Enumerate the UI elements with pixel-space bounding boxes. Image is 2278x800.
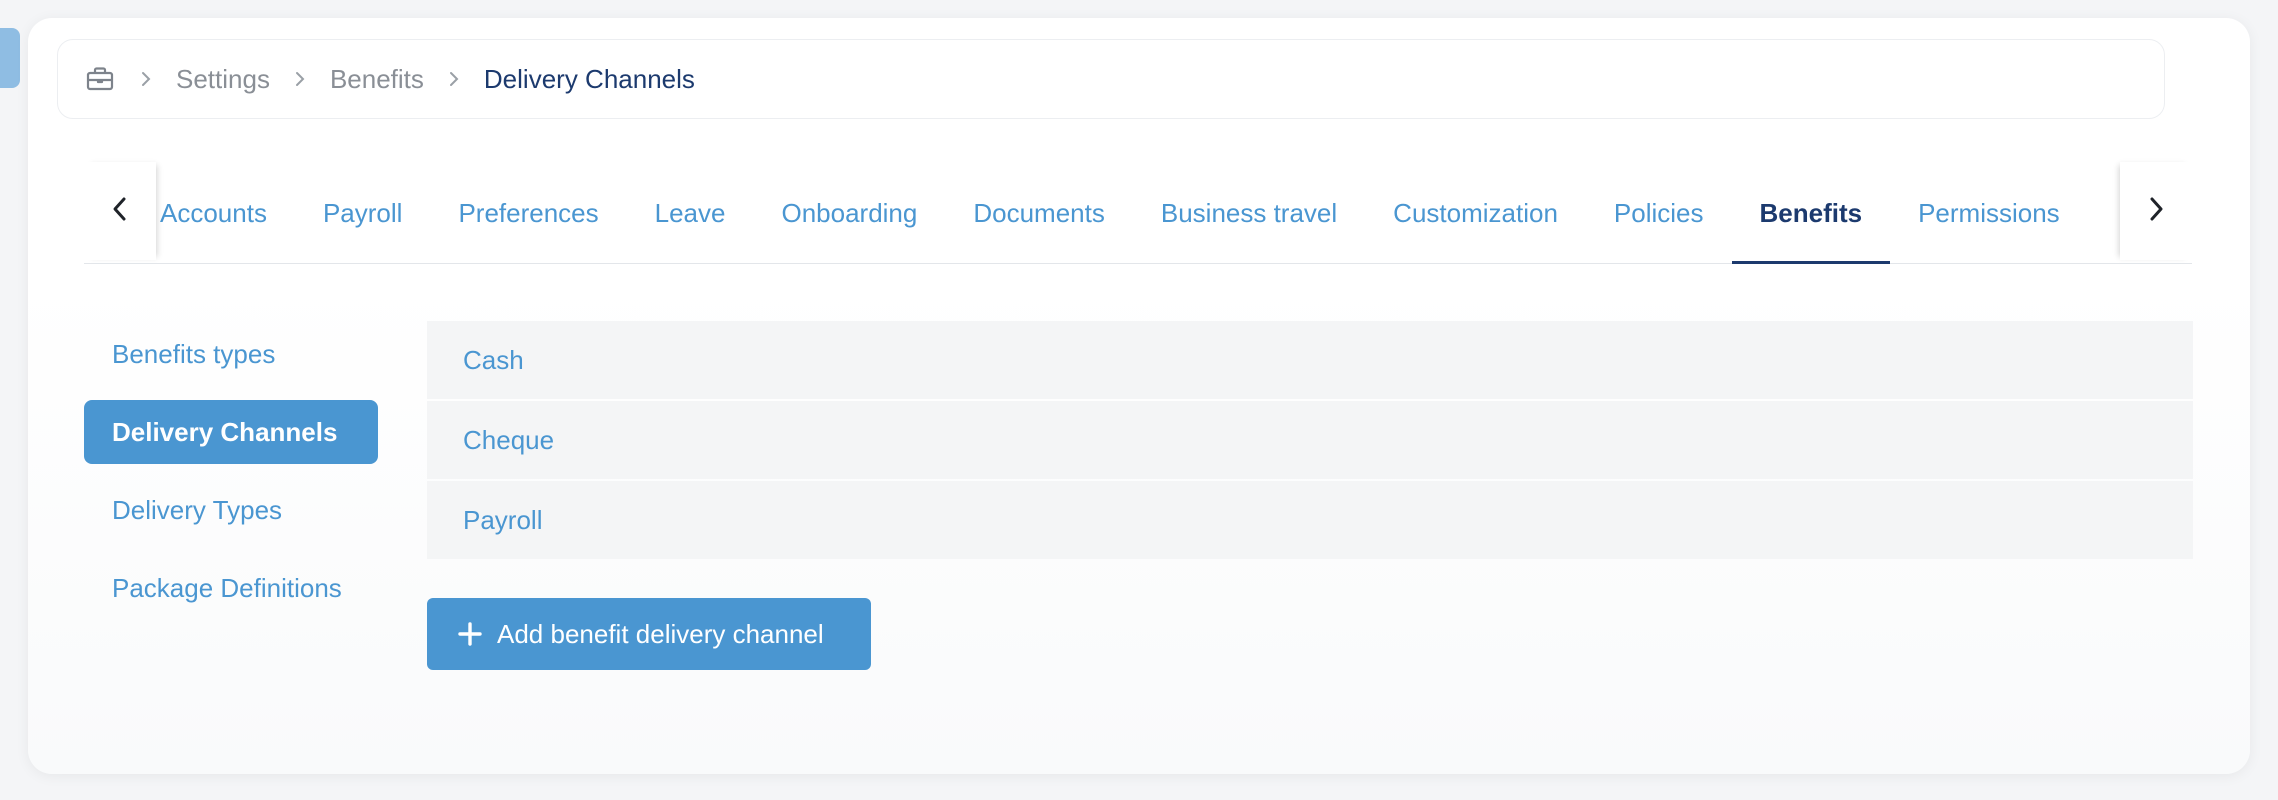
tab-permissions[interactable]: Permissions <box>1890 162 2088 264</box>
settings-tabs: Accounts Payroll Preferences Leave Onboa… <box>84 162 2192 264</box>
sidenav-item-delivery-types[interactable]: Delivery Types <box>84 478 378 542</box>
tab-strip: Accounts Payroll Preferences Leave Onboa… <box>154 162 2120 264</box>
tab-policies[interactable]: Policies <box>1586 162 1732 264</box>
sidenav-item-benefits-types[interactable]: Benefits types <box>84 322 378 386</box>
breadcrumb-current: Delivery Channels <box>483 63 695 94</box>
list-item[interactable]: Payroll <box>427 481 2193 559</box>
chevron-left-icon <box>111 194 129 229</box>
plus-icon <box>457 621 483 647</box>
add-delivery-channel-button[interactable]: Add benefit delivery channel <box>427 598 871 670</box>
list-item[interactable]: Cheque <box>427 401 2193 479</box>
add-button-label: Add benefit delivery channel <box>497 618 824 649</box>
tab-customization[interactable]: Customization <box>1365 162 1586 264</box>
chevron-right-icon <box>2147 194 2165 229</box>
sidenav-item-package-definitions[interactable]: Package Definitions <box>84 556 378 620</box>
sidenav-item-delivery-channels[interactable]: Delivery Channels <box>84 400 378 464</box>
tab-business-travel[interactable]: Business travel <box>1133 162 1365 264</box>
tab-benefits[interactable]: Benefits <box>1731 162 1891 264</box>
briefcase-icon[interactable] <box>84 63 116 95</box>
list-item[interactable]: Cash <box>427 321 2193 399</box>
tab-documents[interactable]: Documents <box>945 162 1133 264</box>
chevron-right-icon <box>130 63 162 95</box>
side-panel-handle[interactable] <box>0 28 20 88</box>
delivery-channel-list: Cash Cheque Payroll <box>427 321 2193 561</box>
breadcrumb-settings[interactable]: Settings <box>176 64 270 95</box>
tab-leave[interactable]: Leave <box>627 162 754 264</box>
chevron-right-icon <box>438 63 470 95</box>
tab-payroll[interactable]: Payroll <box>295 162 430 264</box>
chevron-right-icon <box>284 63 316 95</box>
benefits-sidenav: Benefits types Delivery Channels Deliver… <box>84 322 378 634</box>
tab-scroll-right-button[interactable] <box>2120 162 2192 260</box>
tab-accounts[interactable]: Accounts <box>154 162 295 264</box>
tab-scroll-left-button[interactable] <box>84 162 156 260</box>
tab-preferences[interactable]: Preferences <box>430 162 626 264</box>
breadcrumb-benefits[interactable]: Benefits <box>330 64 424 95</box>
breadcrumb: Settings Benefits Delivery Channels <box>57 39 2165 119</box>
tab-onboarding[interactable]: Onboarding <box>753 162 945 264</box>
